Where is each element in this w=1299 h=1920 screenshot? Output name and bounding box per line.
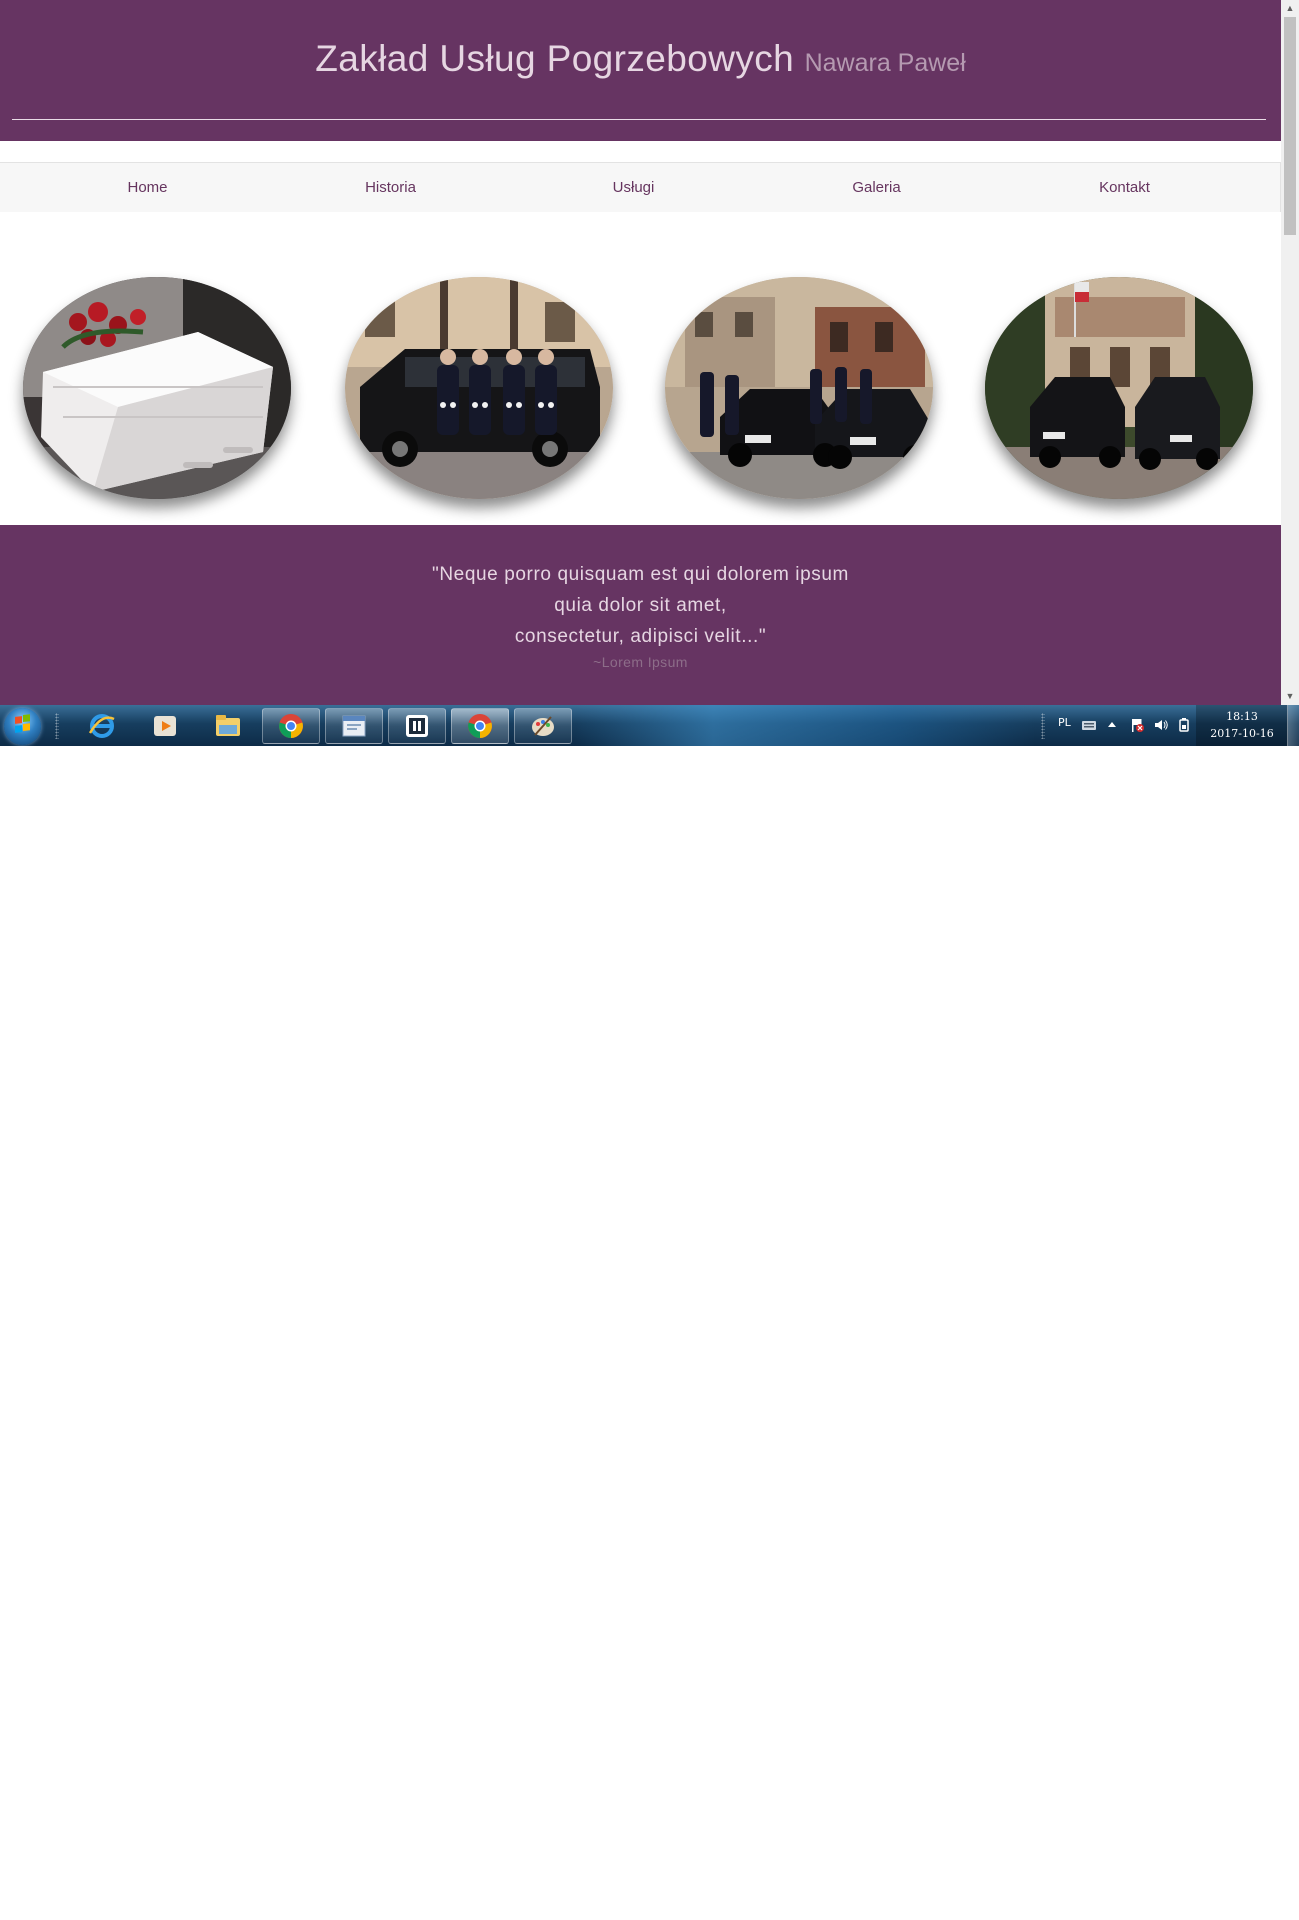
scrollbar-thumb[interactable] xyxy=(1284,17,1296,235)
nav-home[interactable]: Home xyxy=(100,163,195,212)
windows-logo-icon xyxy=(15,714,30,733)
show-hidden-icons-icon[interactable] xyxy=(1104,717,1120,733)
power-icon[interactable] xyxy=(1176,717,1192,733)
taskbar-background xyxy=(575,705,1035,746)
file-explorer-taskbar-button[interactable] xyxy=(199,708,257,744)
quote-section: "Neque porro quisquam est qui dolorem ip… xyxy=(0,525,1281,705)
media-player-icon xyxy=(154,716,176,736)
quote-line: consectetur, adipisci velit..." xyxy=(514,626,767,647)
internet-explorer-icon xyxy=(88,714,115,738)
main-navbar: Home Historia Usługi Galeria Kontakt xyxy=(0,162,1281,213)
window-app-icon xyxy=(342,715,366,737)
taskbar-grip xyxy=(55,713,59,739)
paint-taskbar-button[interactable] xyxy=(514,708,572,744)
volume-icon[interactable] xyxy=(1153,717,1169,733)
nav-kontakt[interactable]: Kontakt xyxy=(1077,163,1172,212)
system-clock[interactable]: 18:13 2017-10-16 xyxy=(1196,705,1288,746)
tray-grip xyxy=(1041,713,1045,739)
file-explorer-icon xyxy=(216,715,240,736)
chrome-taskbar-button[interactable] xyxy=(262,708,320,744)
windows-taskbar: PL 18:13 2017-10-16 xyxy=(0,705,1299,746)
site-header: Zakład Usług Pogrzebowych Nawara Paweł xyxy=(0,0,1281,141)
chrome-icon xyxy=(279,714,303,738)
internet-explorer-taskbar-button[interactable] xyxy=(73,708,131,744)
clock-time: 18:13 xyxy=(1226,710,1258,723)
nav-uslugi[interactable]: Usługi xyxy=(586,163,681,212)
site-title-owner: Nawara Paweł xyxy=(804,49,966,77)
header-divider xyxy=(12,119,1266,120)
paint-icon xyxy=(532,716,554,736)
dark-app-taskbar-button[interactable] xyxy=(388,708,446,744)
site-title-main: Zakład Usług Pogrzebowych xyxy=(315,38,795,79)
scroll-down-arrow-icon[interactable]: ▼ xyxy=(1281,688,1299,705)
clock-date: 2017-10-16 xyxy=(1210,727,1274,740)
browser-viewport: Zakład Usług Pogrzebowych Nawara Paweł H… xyxy=(0,0,1299,746)
chrome-icon xyxy=(468,714,492,738)
quote-line: "Neque porro quisquam est qui dolorem ip… xyxy=(432,564,849,585)
hearse-staff-photo[interactable] xyxy=(345,277,613,499)
funeral-cars-photo[interactable] xyxy=(665,277,933,499)
media-player-taskbar-button[interactable] xyxy=(136,708,194,744)
quote-author: ~Lorem Ipsum xyxy=(593,654,688,670)
dark-app-icon xyxy=(406,715,428,737)
nav-historia[interactable]: Historia xyxy=(343,163,438,212)
scroll-up-arrow-icon[interactable]: ▲ xyxy=(1281,0,1299,17)
building-cars-photo[interactable] xyxy=(985,277,1253,499)
vertical-scrollbar[interactable]: ▲ ▼ xyxy=(1281,0,1299,705)
site-title: Zakład Usług Pogrzebowych Nawara Paweł xyxy=(0,38,1281,80)
window-app-taskbar-button[interactable] xyxy=(325,708,383,744)
screen: Zakład Usług Pogrzebowych Nawara Paweł H… xyxy=(0,0,1299,1920)
language-indicator[interactable]: PL xyxy=(1058,716,1071,729)
quote-line: quia dolor sit amet, xyxy=(554,595,727,616)
chrome-active-taskbar-button[interactable] xyxy=(451,708,509,744)
coffin-photo[interactable] xyxy=(23,277,291,499)
action-center-flag-icon[interactable] xyxy=(1129,717,1145,733)
keyboard-icon[interactable] xyxy=(1081,717,1097,733)
quote-text: "Neque porro quisquam est qui dolorem ip… xyxy=(0,559,1281,652)
nav-galeria[interactable]: Galeria xyxy=(829,163,924,212)
web-page: Zakład Usług Pogrzebowych Nawara Paweł H… xyxy=(0,0,1281,705)
start-button[interactable] xyxy=(4,708,41,745)
show-desktop-button[interactable] xyxy=(1287,705,1299,746)
photo-gallery xyxy=(0,212,1281,525)
